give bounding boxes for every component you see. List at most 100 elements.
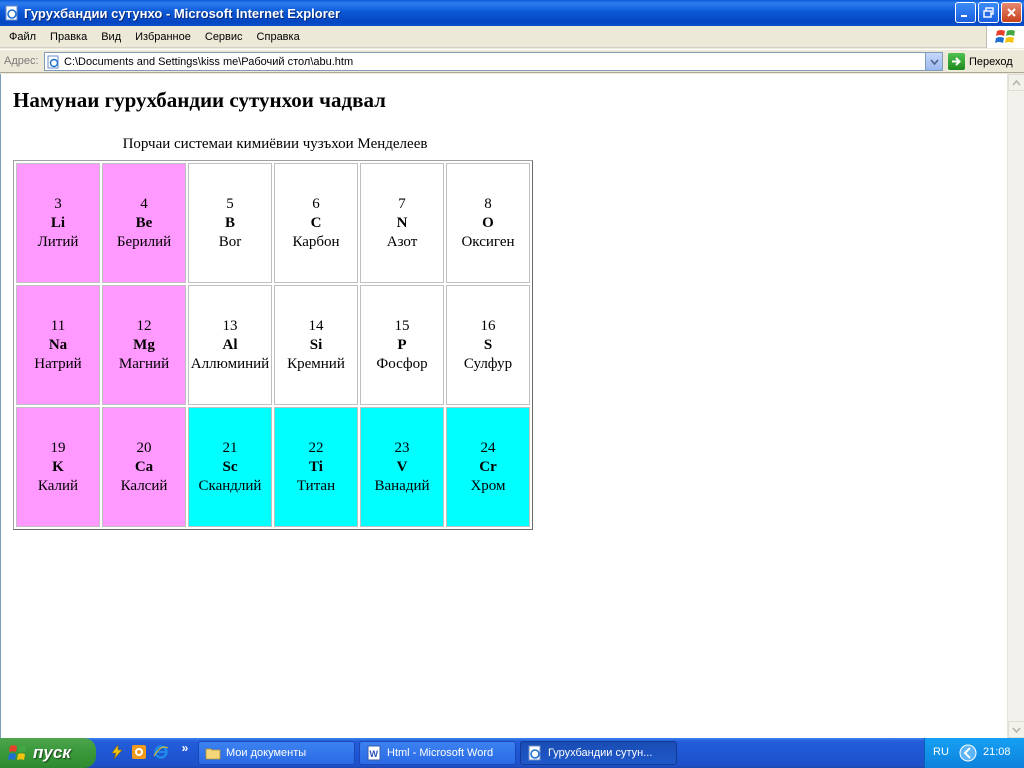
element-cell: 16 S Сулфур <box>446 285 530 405</box>
quicklaunch-winamp[interactable] <box>108 743 126 761</box>
address-dropdown-button[interactable] <box>925 53 942 70</box>
menu-view[interactable]: Вид <box>94 31 128 43</box>
element-number: 21 <box>222 439 238 456</box>
minimize-icon <box>961 15 967 17</box>
table-row: 11 Na Натрий 12 Mg Магний 13 Al Аллюминий 14 Si Кре… <box>16 285 530 405</box>
internet-explorer-icon <box>153 745 169 759</box>
start-label: пуск <box>33 743 71 762</box>
ie-page-icon <box>5 5 18 21</box>
lightning-icon <box>111 744 123 760</box>
start-button[interactable]: пуск <box>0 738 96 768</box>
window-title-bar[interactable]: Гурухбандии сутунхо - Microsoft Internet… <box>0 0 1024 26</box>
element-symbol: B <box>224 214 235 231</box>
element-cell: 4 Be Берилий <box>102 163 186 283</box>
close-icon <box>1007 8 1016 17</box>
windows-flag-icon <box>8 745 26 760</box>
element-name: Карбон <box>292 233 340 250</box>
taskbar-item-word[interactable]: W Html - Microsoft Word <box>359 741 516 765</box>
table-row: 3 Li Литий 4 Be Берилий 5 B Bor 6 C Карбон 7 N Азот 8 O О… <box>16 163 530 283</box>
element-symbol: N <box>396 214 408 231</box>
element-number: 4 <box>140 195 148 212</box>
menu-file[interactable]: Файл <box>0 31 43 43</box>
close-button[interactable] <box>1001 2 1022 23</box>
menu-edit[interactable]: Правка <box>43 31 94 43</box>
element-name: Оксиген <box>461 233 515 250</box>
taskbar-item-my-documents[interactable]: Мои документы <box>198 741 355 765</box>
element-name: Скандлий <box>198 477 262 494</box>
element-number: 13 <box>222 317 238 334</box>
taskbar-item-label: Гурухбандии сутун... <box>548 747 653 759</box>
taskbar-item-label: Html - Microsoft Word <box>387 747 494 759</box>
menu-tools[interactable]: Сервис <box>198 31 250 43</box>
minimize-button[interactable] <box>955 2 976 23</box>
vertical-scrollbar[interactable] <box>1007 74 1024 738</box>
restore-icon <box>983 7 994 18</box>
element-number: 22 <box>308 439 324 456</box>
chevron-down-icon <box>929 58 939 65</box>
element-number: 15 <box>394 317 410 334</box>
element-number: 6 <box>312 195 320 212</box>
element-number: 3 <box>54 195 62 212</box>
system-tray: RU 21:08 <box>924 738 1024 768</box>
element-name: Натрий <box>34 355 82 372</box>
element-symbol: Na <box>48 336 68 353</box>
element-cell: 14 Si Кремний <box>274 285 358 405</box>
element-symbol: Ca <box>134 458 154 475</box>
element-cell: 12 Mg Магний <box>102 285 186 405</box>
element-number: 12 <box>136 317 152 334</box>
element-cell: 8 O Оксиген <box>446 163 530 283</box>
language-indicator[interactable]: RU <box>933 746 949 758</box>
ie-page-icon <box>528 745 541 761</box>
taskbar-item-ie-window[interactable]: Гурухбандии сутун... <box>520 741 677 765</box>
element-name: Титан <box>296 477 336 494</box>
chevron-left-icon[interactable] <box>958 743 978 763</box>
arrow-down-icon <box>1012 726 1021 733</box>
quicklaunch-media[interactable] <box>130 743 148 761</box>
taskbar: пуск » Мои документы W Html - Microsoft … <box>0 738 1024 768</box>
element-number: 7 <box>398 195 406 212</box>
table-row: 19 K Калий 20 Ca Калсий 21 Sc Скандлий 22 Ti Титан 2… <box>16 407 530 527</box>
element-symbol: Be <box>135 214 153 231</box>
element-symbol: Al <box>222 336 238 353</box>
go-arrow-icon <box>952 57 961 66</box>
restore-button[interactable] <box>978 2 999 23</box>
scroll-up-button[interactable] <box>1008 74 1024 91</box>
menu-favorites[interactable]: Избранное <box>128 31 198 43</box>
scroll-down-button[interactable] <box>1008 721 1024 738</box>
element-name: Хром <box>470 477 506 494</box>
element-cell: 23 V Ванадий <box>360 407 444 527</box>
element-cell: 3 Li Литий <box>16 163 100 283</box>
element-name: Калий <box>37 477 79 494</box>
go-button[interactable]: Переход <box>948 52 1013 71</box>
element-symbol: Mg <box>133 336 155 353</box>
element-cell: 13 Al Аллюминий <box>188 285 272 405</box>
menu-bar: Файл Правка Вид Избранное Сервис Справка <box>0 26 1024 48</box>
element-number: 14 <box>308 317 324 334</box>
element-number: 8 <box>484 195 492 212</box>
element-symbol: P <box>397 336 407 353</box>
windows-logo <box>986 26 1024 48</box>
folder-icon <box>205 748 221 760</box>
word-document-icon: W <box>367 745 381 761</box>
element-cell: 7 N Азот <box>360 163 444 283</box>
element-number: 16 <box>480 317 496 334</box>
menu-help[interactable]: Справка <box>250 31 307 43</box>
element-cell: 6 C Карбон <box>274 163 358 283</box>
address-value: C:\Documents and Settings\kiss me\Рабочи… <box>64 55 354 68</box>
element-name: Азот <box>386 233 418 250</box>
quicklaunch-more[interactable]: » <box>176 739 194 757</box>
go-label: Переход <box>969 55 1013 68</box>
arrow-up-icon <box>1012 79 1021 86</box>
table-caption: Порчаи системаи кимиёвии чузъхои Менделе… <box>122 136 428 152</box>
element-symbol: Ti <box>309 458 323 475</box>
element-cell: 15 P Фосфор <box>360 285 444 405</box>
address-input[interactable]: C:\Documents and Settings\kiss me\Рабочи… <box>44 52 943 71</box>
element-name: Фосфор <box>376 355 428 372</box>
element-name: Литий <box>37 233 79 250</box>
element-name: Берилий <box>116 233 172 250</box>
element-symbol: Sc <box>222 458 238 475</box>
quicklaunch-ie[interactable] <box>152 743 170 761</box>
element-symbol: Cr <box>479 458 497 475</box>
window-title: Гурухбандии сутунхо - Microsoft Internet… <box>24 5 341 21</box>
element-symbol: Si <box>309 336 323 353</box>
